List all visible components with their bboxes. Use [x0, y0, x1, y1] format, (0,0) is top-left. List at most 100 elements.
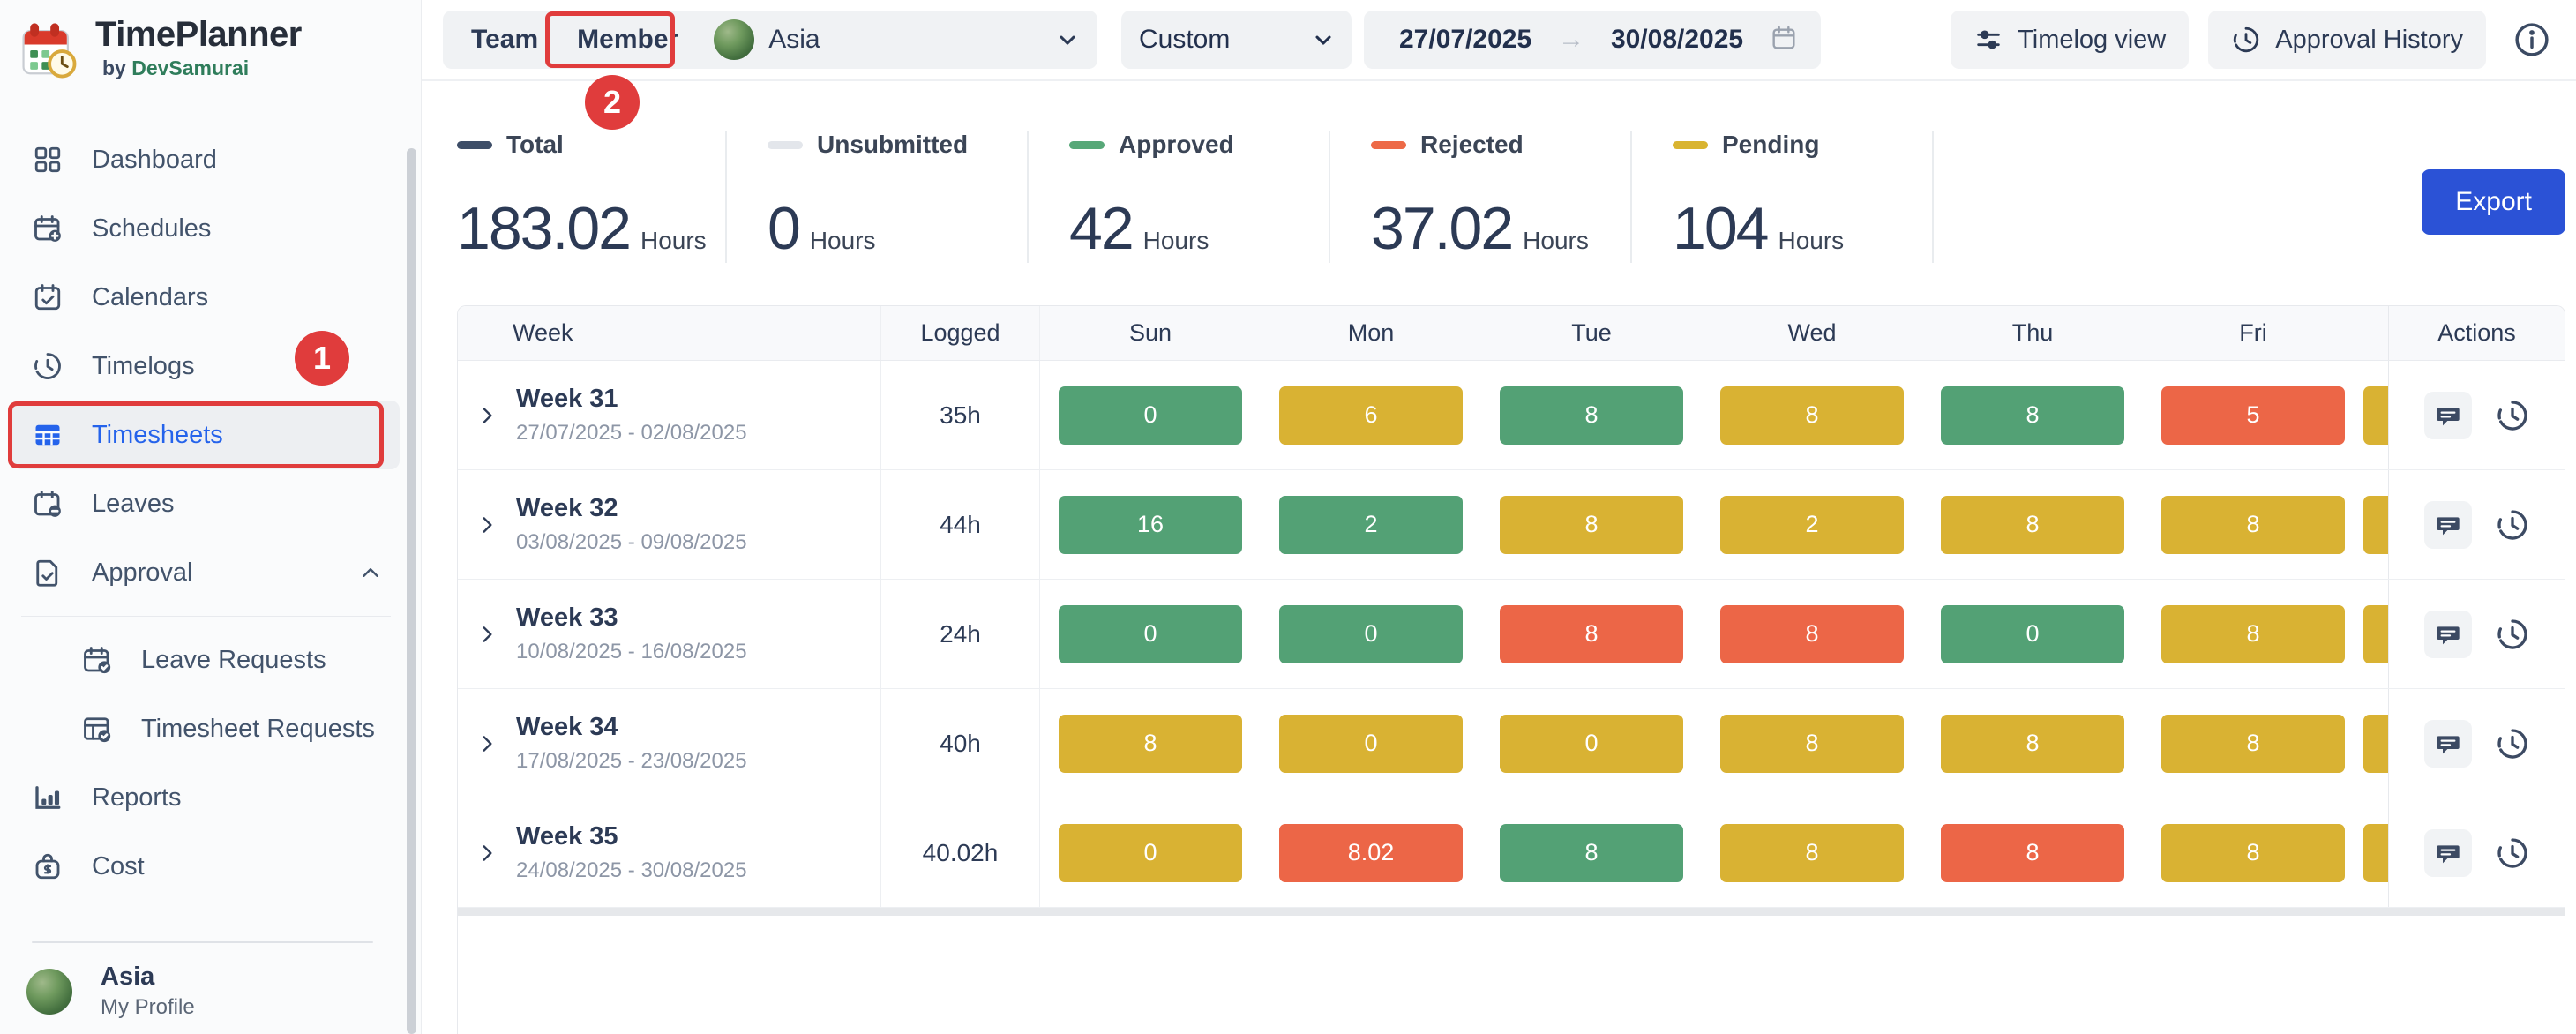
day-cell-tue: 8 [1481, 580, 1702, 688]
sidebar-scrollbar[interactable] [407, 148, 416, 1034]
stat-unsubmitted: Unsubmitted 0 Hours [727, 131, 1029, 263]
day-bar-pending[interactable]: 8 [1720, 715, 1904, 773]
day-bar-rejected[interactable]: 8 [1941, 824, 2124, 882]
stat-color-dash [457, 141, 492, 149]
row-history-button[interactable] [2495, 617, 2530, 652]
expand-chevron-right-icon[interactable] [476, 732, 498, 755]
expand-chevron-right-icon[interactable] [476, 842, 498, 865]
comment-button[interactable] [2424, 829, 2472, 877]
day-bar-rejected[interactable]: 8 [1720, 605, 1904, 663]
topbar: Team Member Asia Custom 27/07/2025 → 30/… [422, 0, 2576, 81]
day-bar-approved[interactable]: 0 [1059, 605, 1242, 663]
horizontal-scrollbar[interactable] [458, 908, 2565, 916]
day-bar-approved[interactable]: 0 [1279, 605, 1463, 663]
scope-team-segment[interactable]: Team [452, 16, 558, 64]
day-bar-pending[interactable]: 8 [1720, 824, 1904, 882]
sidebar-item-calendars[interactable]: Calendars [12, 263, 400, 332]
day-bar-approved[interactable]: 8 [1941, 386, 2124, 445]
sidebar-item-timelogs[interactable]: Timelogs [12, 332, 400, 401]
day-bar-pending[interactable]: 0 [1059, 824, 1242, 882]
row-history-button[interactable] [2495, 398, 2530, 433]
sidebar-item-label: Leave Requests [141, 646, 326, 675]
comment-button[interactable] [2424, 611, 2472, 658]
day-bar-rejected[interactable]: 8 [1500, 605, 1683, 663]
day-bar-pending[interactable]: 8 [1720, 386, 1904, 445]
sidebar-item-schedules[interactable]: Schedules [12, 194, 400, 263]
day-bar-pending[interactable]: 0 [1500, 715, 1683, 773]
day-bar-approved[interactable]: 0 [1941, 605, 2124, 663]
date-range-end[interactable]: 30/08/2025 [1611, 25, 1743, 55]
sidebar-item-dashboard[interactable]: Dashboard [12, 125, 400, 194]
stat-unit: Hours [640, 227, 707, 255]
day-cell-fri: 8 [2143, 470, 2363, 579]
expand-chevron-right-icon[interactable] [476, 513, 498, 536]
day-bar-approved[interactable]: 2 [1279, 496, 1463, 554]
calendar-icon[interactable] [1770, 24, 1798, 56]
chevron-up-icon[interactable] [357, 559, 384, 586]
day-bar-pending[interactable]: 8 [2161, 824, 2345, 882]
sidebar-item-leave-requests[interactable]: Leave Requests [62, 626, 400, 694]
app-logo: TimePlanner by DevSamurai [0, 0, 421, 113]
main-content: Team Member Asia Custom 27/07/2025 → 30/… [422, 0, 2576, 1034]
expand-chevron-right-icon[interactable] [476, 623, 498, 646]
profile-link[interactable]: Asia My Profile [0, 963, 398, 1020]
date-range-input[interactable]: 27/07/2025 → 30/08/2025 [1364, 11, 1821, 69]
day-bar-pending[interactable]: 8 [2161, 715, 2345, 773]
day-bar-approved[interactable]: 16 [1059, 496, 1242, 554]
day-cell-wed: 8 [1702, 798, 1922, 907]
scope-member-control: Team Member Asia [443, 11, 1097, 69]
day-bar-approved[interactable]: 8 [1500, 824, 1683, 882]
day-cell-mon: 6 [1261, 361, 1481, 469]
day-bar-pending[interactable]: 8 [1941, 496, 2124, 554]
day-bar-pending[interactable]: 8 [2161, 496, 2345, 554]
day-bar-rejected[interactable]: 8.02 [1279, 824, 1463, 882]
sidebar-item-approval[interactable]: Approval [12, 538, 400, 607]
day-bar-approved[interactable]: 0 [1059, 386, 1242, 445]
timesheets-icon [32, 419, 64, 451]
approval-history-button[interactable]: Approval History [2208, 11, 2486, 69]
comment-button[interactable] [2424, 501, 2472, 549]
calendars-icon [32, 281, 64, 313]
day-bar-approved[interactable]: 8 [1500, 386, 1683, 445]
app-byline: by DevSamurai [102, 56, 302, 80]
export-button[interactable]: Export [2422, 169, 2565, 235]
header-actions: Actions [2388, 306, 2565, 360]
week-title: Week 33 [516, 603, 747, 633]
period-select[interactable]: Custom [1121, 11, 1352, 69]
day-bar-pending[interactable]: 8 [1941, 715, 2124, 773]
timelog-view-button[interactable]: Timelog view [1951, 11, 2189, 69]
info-icon[interactable] [2512, 20, 2551, 59]
row-history-button[interactable] [2495, 507, 2530, 543]
sidebar-item-reports[interactable]: Reports [12, 763, 400, 832]
row-history-button[interactable] [2495, 726, 2530, 761]
logged-hours: 40.02h [923, 839, 999, 867]
member-select-value[interactable]: Asia [768, 25, 820, 55]
week-title: Week 32 [516, 494, 747, 523]
sidebar-item-timesheets[interactable]: Timesheets [12, 401, 400, 469]
timelog-view-label: Timelog view [2018, 26, 2166, 55]
sidebar: TimePlanner by DevSamurai Dashboard Sche… [0, 0, 422, 1034]
history-clock-icon [2495, 835, 2530, 871]
day-bar-pending[interactable]: 8 [2161, 605, 2345, 663]
comment-button[interactable] [2424, 392, 2472, 439]
day-bar-pending[interactable]: 8 [1500, 496, 1683, 554]
sidebar-item-leaves[interactable]: Leaves [12, 469, 400, 538]
approval-icon [32, 557, 64, 588]
date-range-start[interactable]: 27/07/2025 [1399, 25, 1531, 55]
row-history-button[interactable] [2495, 835, 2530, 871]
comment-button[interactable] [2424, 720, 2472, 768]
day-cell-mon: 8.02 [1261, 798, 1481, 907]
expand-chevron-right-icon[interactable] [476, 404, 498, 427]
day-bar-pending[interactable]: 0 [1279, 715, 1463, 773]
day-cell-sun: 16 [1040, 470, 1261, 579]
day-bar-pending[interactable]: 2 [1720, 496, 1904, 554]
history-clock-icon [2495, 507, 2530, 543]
sidebar-item-timesheet-requests[interactable]: Timesheet Requests [62, 694, 400, 763]
day-bar-pending[interactable]: 8 [1059, 715, 1242, 773]
day-bar-rejected[interactable]: 5 [2161, 386, 2345, 445]
chevron-down-icon[interactable] [1055, 27, 1080, 52]
scope-member-segment[interactable]: Member [558, 16, 698, 64]
sidebar-item-cost[interactable]: Cost [12, 832, 400, 901]
history-clock-icon [2495, 726, 2530, 761]
day-bar-pending[interactable]: 6 [1279, 386, 1463, 445]
